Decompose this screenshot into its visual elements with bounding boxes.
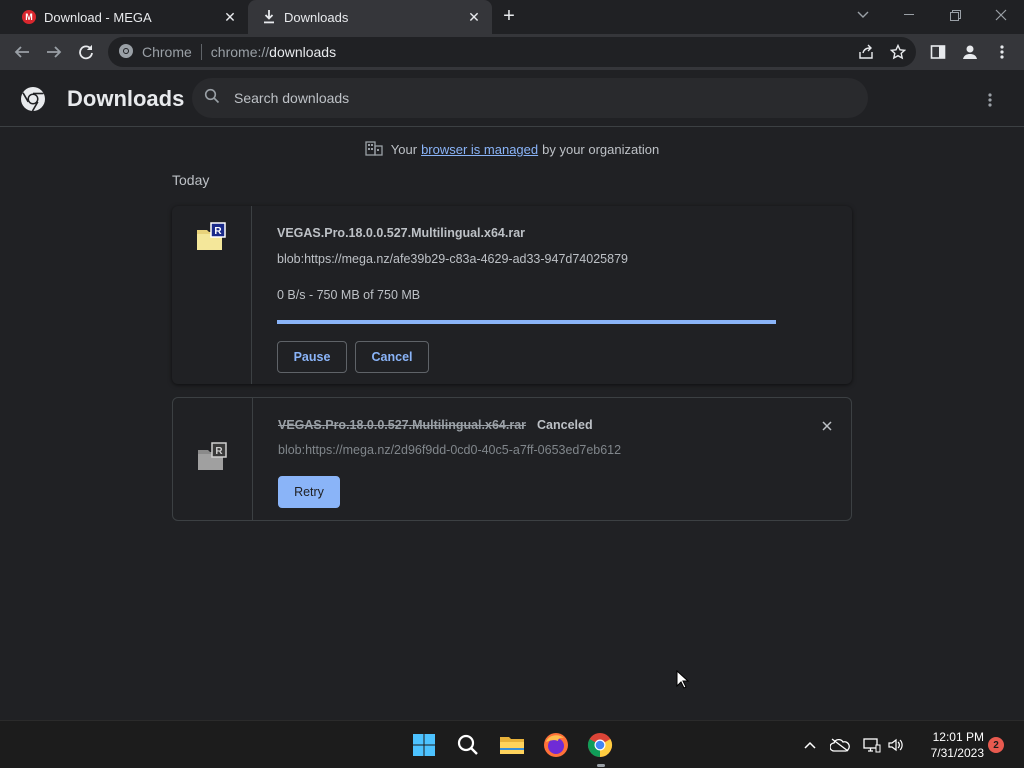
system-clock[interactable]: 12:01 PM 7/31/2023 xyxy=(914,729,984,761)
profile-avatar-icon[interactable] xyxy=(956,38,984,66)
download-item: R VEGAS.Pro.18.0.0.527.Multilingual.x64.… xyxy=(172,206,852,384)
date-group-heading: Today xyxy=(172,172,210,188)
more-actions-icon[interactable] xyxy=(978,88,1002,112)
chrome-taskbar-icon[interactable] xyxy=(584,729,616,761)
managed-suffix: by your organization xyxy=(542,142,660,157)
tab-downloads[interactable]: Downloads ✕ xyxy=(248,0,492,34)
reload-button[interactable] xyxy=(72,38,100,66)
windows-start-icon[interactable] xyxy=(408,729,440,761)
minimize-button[interactable] xyxy=(886,0,932,30)
rar-file-icon-greyed: R xyxy=(197,442,229,474)
url-host: downloads xyxy=(269,44,337,60)
svg-text:R: R xyxy=(214,226,222,237)
retry-button[interactable]: Retry xyxy=(278,476,340,508)
omnibox-divider xyxy=(200,44,202,60)
managed-notice: Your browser is managed by your organiza… xyxy=(0,140,1024,159)
search-taskbar-icon[interactable] xyxy=(452,729,484,761)
mega-icon: M xyxy=(22,10,36,24)
page-title: Downloads xyxy=(67,86,185,111)
forward-button[interactable] xyxy=(40,38,68,66)
download-icon xyxy=(262,10,276,24)
search-icon xyxy=(204,88,220,109)
firefox-icon[interactable] xyxy=(540,729,572,761)
downloads-header: Downloads xyxy=(0,70,1024,127)
file-url: blob:https://mega.nz/2d96f9dd-0cd0-40c5-… xyxy=(278,443,622,457)
svg-text:R: R xyxy=(215,446,223,457)
file-name[interactable]: VEGAS.Pro.18.0.0.527.Multilingual.x64.ra… xyxy=(277,226,525,240)
chrome-menu-icon[interactable] xyxy=(988,38,1016,66)
file-icon-column: R xyxy=(173,398,253,520)
new-tab-button[interactable]: + xyxy=(498,5,520,27)
close-tab-icon[interactable]: ✕ xyxy=(220,7,240,27)
site-chip-label: Chrome xyxy=(142,44,192,60)
search-input[interactable] xyxy=(234,90,834,106)
cancel-button[interactable]: Cancel xyxy=(355,341,429,373)
onedrive-offline-icon[interactable] xyxy=(830,735,850,755)
download-status-label: Canceled xyxy=(537,418,593,432)
search-box[interactable] xyxy=(192,78,868,118)
volume-icon[interactable] xyxy=(886,735,906,755)
restore-button[interactable] xyxy=(932,0,978,30)
bookmark-star-icon[interactable] xyxy=(884,38,912,66)
browser-managed-link[interactable]: browser is managed xyxy=(421,142,538,157)
file-name: VEGAS.Pro.18.0.0.527.Multilingual.x64.ra… xyxy=(278,418,527,432)
download-item: R VEGAS.Pro.18.0.0.527.Multilingual.x64.… xyxy=(172,397,852,521)
progress-bar xyxy=(277,320,776,324)
show-hidden-icons-chevron-icon[interactable] xyxy=(800,735,820,755)
managed-prefix: Your xyxy=(390,142,418,157)
tab-mega[interactable]: M Download - MEGA ✕ xyxy=(0,0,248,34)
network-icon[interactable] xyxy=(862,735,882,755)
url-scheme: chrome:// xyxy=(210,44,270,60)
address-bar[interactable]: Chrome chrome://downloads xyxy=(108,37,916,67)
chrome-site-icon xyxy=(118,43,134,62)
taskbar: 12:01 PM 7/31/2023 2 xyxy=(0,720,1024,768)
tab-title: Downloads xyxy=(284,9,349,25)
chrome-logo-icon xyxy=(20,86,46,112)
file-icon-column: R xyxy=(172,206,252,384)
active-app-indicator xyxy=(597,764,605,767)
share-icon[interactable] xyxy=(852,38,880,66)
tab-strip: M Download - MEGA ✕ Downloads ✕ + xyxy=(0,0,1024,34)
back-button[interactable] xyxy=(8,38,36,66)
side-panel-icon[interactable] xyxy=(924,38,952,66)
browser-toolbar: Chrome chrome://downloads xyxy=(0,34,1024,70)
remove-item-icon[interactable] xyxy=(815,414,839,438)
file-explorer-icon[interactable] xyxy=(496,729,528,761)
progress-status: 0 B/s - 750 MB of 750 MB xyxy=(277,288,421,302)
clock-date: 7/31/2023 xyxy=(930,746,984,760)
close-window-button[interactable] xyxy=(978,0,1024,30)
progress-bar-fill xyxy=(277,320,776,324)
close-tab-icon[interactable]: ✕ xyxy=(464,7,484,27)
pause-button[interactable]: Pause xyxy=(277,341,347,373)
tab-title: Download - MEGA xyxy=(44,9,152,25)
file-url: blob:https://mega.nz/afe39b29-c83a-4629-… xyxy=(277,252,628,266)
building-icon xyxy=(365,140,383,159)
rar-file-icon: R xyxy=(196,222,228,254)
notification-badge[interactable]: 2 xyxy=(988,737,1004,753)
mouse-cursor-icon xyxy=(676,669,690,695)
tab-search-icon[interactable] xyxy=(840,0,886,30)
clock-time: 12:01 PM xyxy=(932,730,984,744)
